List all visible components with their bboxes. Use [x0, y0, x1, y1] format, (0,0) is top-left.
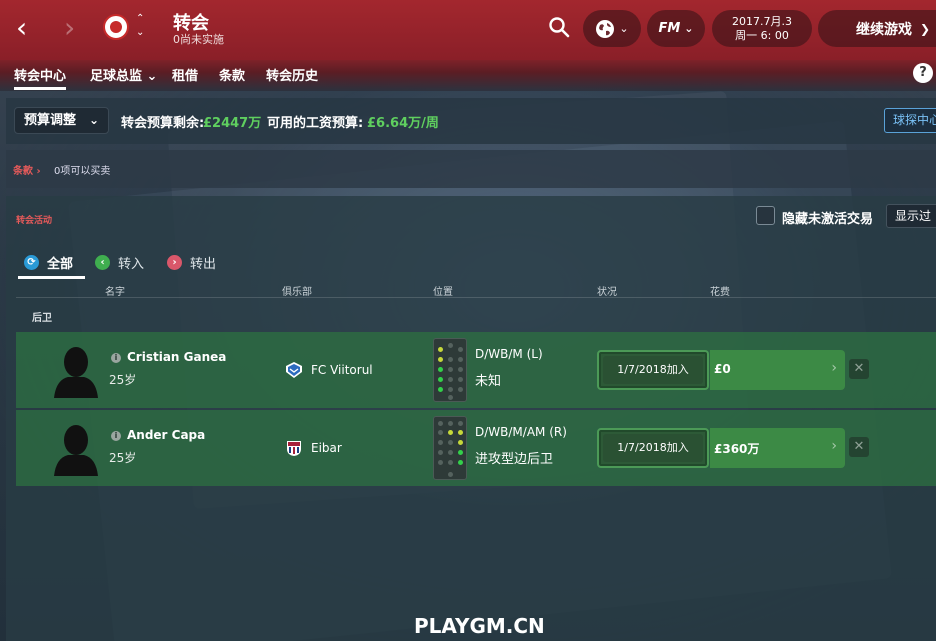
arrow-right-icon: › [167, 254, 182, 270]
help-icon[interactable]: ? [913, 63, 933, 83]
club-name[interactable]: FC Viitorul [311, 363, 373, 377]
filter-tab-incoming[interactable]: ‹ 转入 [95, 251, 144, 273]
position-pitch-diagram [433, 338, 467, 402]
fee-button[interactable]: £360万 › [710, 428, 845, 468]
time-text: 周一 6: 00 [735, 28, 789, 42]
fee-value: £360万 [714, 442, 760, 456]
tab-clauses[interactable]: 条款 [219, 65, 245, 84]
status-button[interactable]: 1/7/2018加入 [597, 428, 709, 468]
chevron-right-icon: › [831, 360, 837, 376]
scout-center-button[interactable]: 球探中心 [884, 108, 936, 133]
tab-bar: 转会中心 足球总监 ⌄ 租借 条款 转会历史 [0, 60, 936, 91]
column-header-fee[interactable]: 花费 [710, 283, 730, 298]
up-down-chevron-icon[interactable]: ⌃ ⌄ [136, 12, 144, 40]
clauses-bar: 条款 › 0项可以买卖 [6, 150, 936, 188]
player-role: 未知 [475, 374, 502, 389]
position-code: D/WB/M/AM (R) [475, 425, 567, 439]
club-name[interactable]: Eibar [311, 441, 342, 455]
close-icon[interactable]: ✕ [849, 359, 869, 379]
section-label-defenders: 后卫 [32, 313, 52, 324]
clauses-count: 0项可以买卖 [54, 166, 111, 177]
clauses-link[interactable]: 条款 › [13, 162, 41, 177]
fee-button[interactable]: £0 › [710, 350, 845, 390]
page-subtitle: 0尚未实施 [173, 33, 224, 46]
play-arrow-icon: ❯ [920, 21, 931, 36]
transfer-budget-label: 转会预算剩余: [121, 116, 205, 131]
info-icon[interactable]: i [111, 431, 121, 441]
hide-inactive-label: 隐藏未激活交易 [782, 212, 874, 227]
info-icon[interactable]: i [111, 353, 121, 363]
status-button[interactable]: 1/7/2018加入 [597, 350, 709, 390]
column-header-status[interactable]: 状况 [597, 283, 617, 298]
panel-title: 转会活动 [16, 216, 53, 226]
player-age: 25岁 [109, 451, 137, 465]
transfer-activity-panel: 转会活动 隐藏未激活交易 显示过 ⟳ 全部 ‹ 转入 › 转出 名字 俱乐部 位… [6, 196, 936, 641]
globe-icon [596, 19, 615, 38]
status-text: 1/7/2018加入 [603, 434, 703, 462]
close-icon[interactable]: ✕ [849, 437, 869, 457]
player-name[interactable]: Cristian Ganea [127, 350, 226, 364]
position-pitch-diagram [433, 416, 467, 480]
club-badge-icon[interactable] [103, 14, 129, 40]
chevron-down-icon: ⌄ [684, 22, 694, 35]
back-arrow-icon[interactable]: ‹ [16, 14, 42, 42]
budget-adjust-dropdown[interactable]: 预算调整 ⌄ [14, 107, 109, 134]
chevron-down-icon: ⌄ [88, 113, 99, 127]
table-row[interactable]: i Cristian Ganea 25岁 FC Viitorul D/WB/M … [16, 332, 936, 408]
column-header-club[interactable]: 俱乐部 [282, 283, 312, 298]
tab-loans[interactable]: 租借 [172, 65, 198, 84]
refresh-icon: ⟳ [24, 254, 39, 270]
show-past-button[interactable]: 显示过 [886, 204, 936, 228]
chevron-down-icon: ⌄ [619, 22, 629, 35]
fee-value: £0 [714, 362, 731, 376]
player-silhouette-icon [54, 425, 98, 476]
top-bar: ‹ › ⌃ ⌄ 转会 0尚未实施 ⌄ FM ⌄ 2017.7月.3 周一 6: 0… [0, 0, 936, 60]
position-code: D/WB/M (L) [475, 347, 543, 361]
player-age: 25岁 [109, 373, 137, 387]
search-icon[interactable] [548, 16, 570, 38]
wage-budget-label: 可用的工资预算: [267, 116, 364, 131]
game-date: 2017.7月.3 周一 6: 00 [712, 10, 812, 47]
forward-arrow-icon[interactable]: › [64, 14, 90, 42]
tab-transfer-history[interactable]: 转会历史 [266, 65, 318, 84]
status-text: 1/7/2018加入 [603, 356, 703, 384]
transfer-budget-value: £2447万 [203, 116, 262, 131]
fm-logo: FM [658, 21, 681, 36]
budget-bar: 预算调整 ⌄ 转会预算剩余: £2447万 可用的工资预算: £6.64万/周 … [6, 98, 936, 144]
table-row[interactable]: i Ander Capa 25岁 Eibar D/WB/M/AM (R) 进攻型… [16, 410, 936, 486]
tab-director-of-football[interactable]: 足球总监 ⌄ [90, 65, 157, 84]
column-header-name[interactable]: 名字 [105, 283, 125, 298]
filter-tab-label: 转入 [118, 256, 145, 272]
tab-transfer-center[interactable]: 转会中心 [14, 65, 67, 90]
continue-label: 继续游戏 [856, 21, 912, 38]
arrow-left-icon: ‹ [95, 254, 110, 270]
budget-adjust-label: 预算调整 [24, 113, 77, 128]
filter-tab-outgoing[interactable]: › 转出 [167, 251, 216, 273]
player-name[interactable]: Ander Capa [127, 428, 205, 442]
continue-game-button[interactable]: 继续游戏 ❯ [818, 10, 936, 47]
club-crest-icon [287, 441, 301, 456]
hide-inactive-checkbox[interactable] [756, 206, 775, 225]
filter-tab-label: 全部 [47, 256, 74, 272]
date-text: 2017.7月.3 [732, 14, 792, 28]
world-menu-button[interactable]: ⌄ [583, 10, 641, 47]
divider [16, 297, 936, 298]
filter-tab-all[interactable]: ⟳ 全部 [24, 251, 73, 273]
club-crest-icon [286, 362, 302, 378]
player-role: 进攻型边后卫 [475, 452, 554, 467]
filter-tab-label: 转出 [190, 256, 217, 272]
wage-budget-value: £6.64万/周 [367, 116, 439, 131]
fm-menu-button[interactable]: FM ⌄ [647, 10, 705, 47]
watermark-text: PLAYGM.CN [414, 614, 545, 638]
chevron-right-icon: › [831, 438, 837, 454]
player-silhouette-icon [54, 347, 98, 398]
active-tab-underline [18, 276, 85, 279]
column-header-position[interactable]: 位置 [433, 283, 453, 298]
